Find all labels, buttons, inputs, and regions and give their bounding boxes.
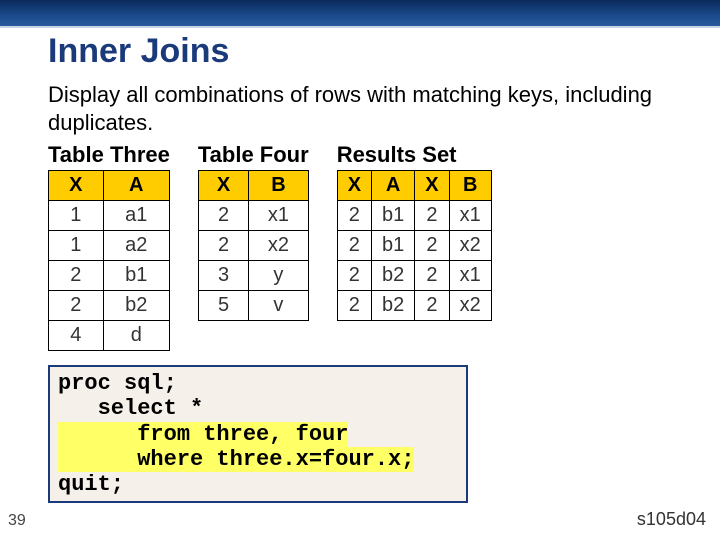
slide-code: s105d04 — [637, 509, 706, 530]
title-bar — [0, 0, 720, 28]
slide-content: Inner Joins Display all combinations of … — [0, 28, 720, 503]
table-three-label: Table Three — [48, 142, 170, 168]
code-line-highlight: from three, four — [58, 422, 348, 447]
code-line: proc sql; — [58, 371, 177, 396]
table-row: 2b12x2 — [337, 231, 491, 261]
col-header: A — [103, 171, 169, 201]
table-row: 2b2 — [49, 291, 170, 321]
col-header: A — [372, 171, 415, 201]
table-three-block: Table Three X A 1a1 1a2 2b1 2b2 4d — [48, 142, 170, 351]
col-header: X — [198, 171, 248, 201]
col-header: B — [249, 171, 309, 201]
table-row: 1a1 — [49, 201, 170, 231]
tables-row: Table Three X A 1a1 1a2 2b1 2b2 4d Table… — [48, 142, 672, 351]
code-line-highlight: where three.x=four.x; — [58, 447, 414, 472]
table-four-block: Table Four X B 2x1 2x2 3y 5v — [198, 142, 309, 321]
col-header: X — [415, 171, 449, 201]
code-line: quit; — [58, 472, 124, 497]
slide-number: 39 — [8, 512, 26, 530]
table-row: 1a2 — [49, 231, 170, 261]
table-row: 2x2 — [198, 231, 308, 261]
results-label: Results Set — [337, 142, 492, 168]
table-four: X B 2x1 2x2 3y 5v — [198, 170, 309, 321]
results-table: X A X B 2b12x1 2b12x2 2b22x1 2b22x2 — [337, 170, 492, 321]
col-header: X — [49, 171, 104, 201]
table-row: 2b12x1 — [337, 201, 491, 231]
page-title: Inner Joins — [48, 32, 672, 71]
table-row: 2x1 — [198, 201, 308, 231]
code-line: select * — [58, 396, 203, 421]
table-header-row: X A X B — [337, 171, 491, 201]
code-block: proc sql; select * from three, four wher… — [48, 365, 468, 503]
table-row: 4d — [49, 321, 170, 351]
description-text: Display all combinations of rows with ma… — [48, 81, 672, 136]
table-row: 5v — [198, 291, 308, 321]
table-header-row: X A — [49, 171, 170, 201]
table-four-label: Table Four — [198, 142, 309, 168]
results-block: Results Set X A X B 2b12x1 2b12x2 2b22x1… — [337, 142, 492, 321]
table-row: 3y — [198, 261, 308, 291]
table-row: 2b1 — [49, 261, 170, 291]
col-header: X — [337, 171, 371, 201]
table-row: 2b22x1 — [337, 261, 491, 291]
table-header-row: X B — [198, 171, 308, 201]
table-row: 2b22x2 — [337, 291, 491, 321]
col-header: B — [449, 171, 491, 201]
table-three: X A 1a1 1a2 2b1 2b2 4d — [48, 170, 170, 351]
